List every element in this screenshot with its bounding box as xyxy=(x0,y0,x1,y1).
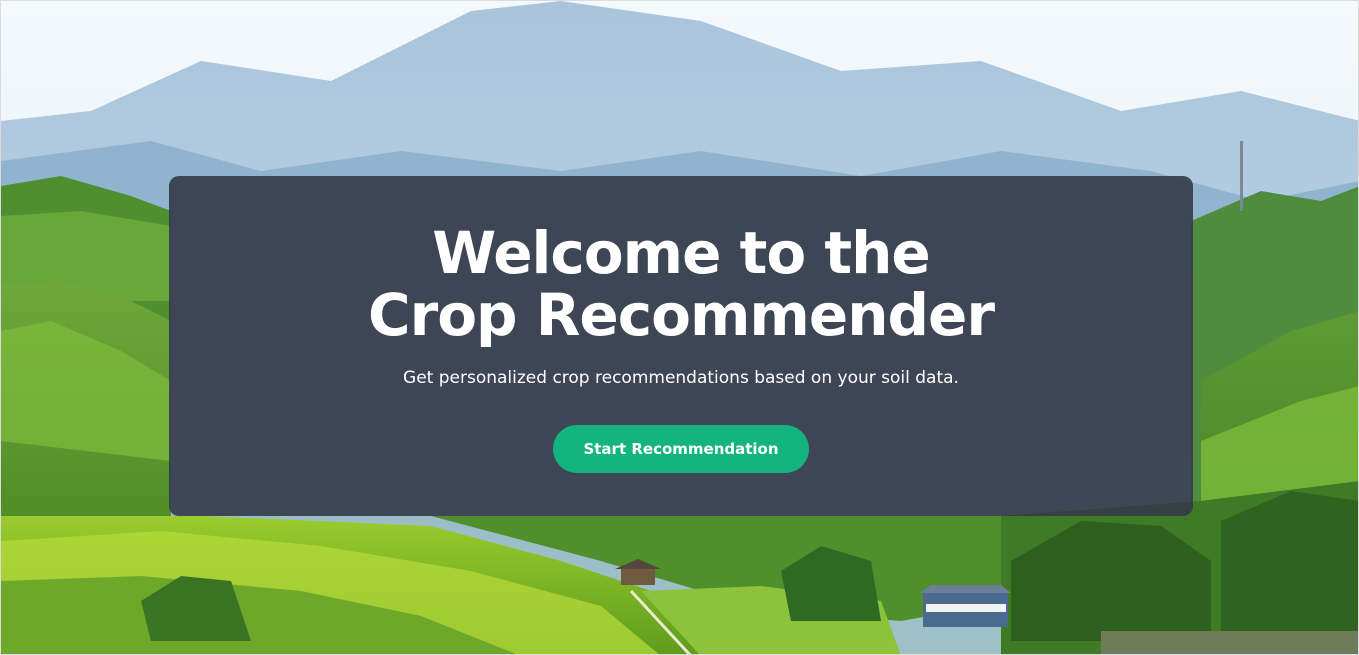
hero-title: Welcome to the Crop Recommender xyxy=(368,219,995,349)
hero-subtitle: Get personalized crop recommendations ba… xyxy=(403,368,959,388)
start-recommendation-button[interactable]: Start Recommendation xyxy=(553,425,809,473)
landing-page: Welcome to the Crop Recommender Get pers… xyxy=(0,0,1359,655)
hero-card: Welcome to the Crop Recommender Get pers… xyxy=(169,176,1193,516)
